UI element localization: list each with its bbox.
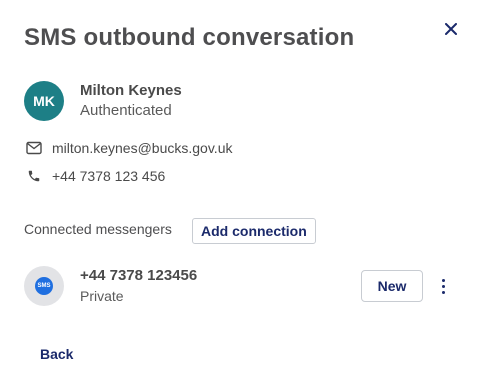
contact-name: Milton Keynes bbox=[80, 82, 182, 99]
more-vertical-icon[interactable] bbox=[434, 274, 452, 298]
back-button[interactable]: Back bbox=[40, 346, 73, 362]
messenger-number: +44 7378 123456 bbox=[80, 267, 198, 284]
contact-phone: +44 7378 123 456 bbox=[52, 168, 166, 184]
dialog-title: SMS outbound conversation bbox=[24, 24, 355, 51]
contact-email: milton.keynes@bucks.gov.uk bbox=[52, 140, 233, 156]
sms-icon: SMS bbox=[35, 277, 53, 295]
contact-status: Authenticated bbox=[80, 102, 172, 119]
add-connection-button[interactable]: Add connection bbox=[192, 218, 316, 244]
close-button[interactable] bbox=[438, 16, 464, 42]
sms-outbound-dialog: SMS outbound conversation MK Milton Keyn… bbox=[0, 0, 480, 386]
close-icon bbox=[445, 23, 457, 35]
new-conversation-button[interactable]: New bbox=[361, 270, 423, 302]
connected-messengers-label: Connected messengers bbox=[24, 221, 172, 237]
envelope-icon bbox=[26, 140, 42, 156]
phone-icon bbox=[26, 168, 42, 184]
contact-avatar: MK bbox=[24, 81, 64, 121]
messenger-type: Private bbox=[80, 288, 124, 304]
messenger-avatar: SMS bbox=[24, 266, 64, 306]
